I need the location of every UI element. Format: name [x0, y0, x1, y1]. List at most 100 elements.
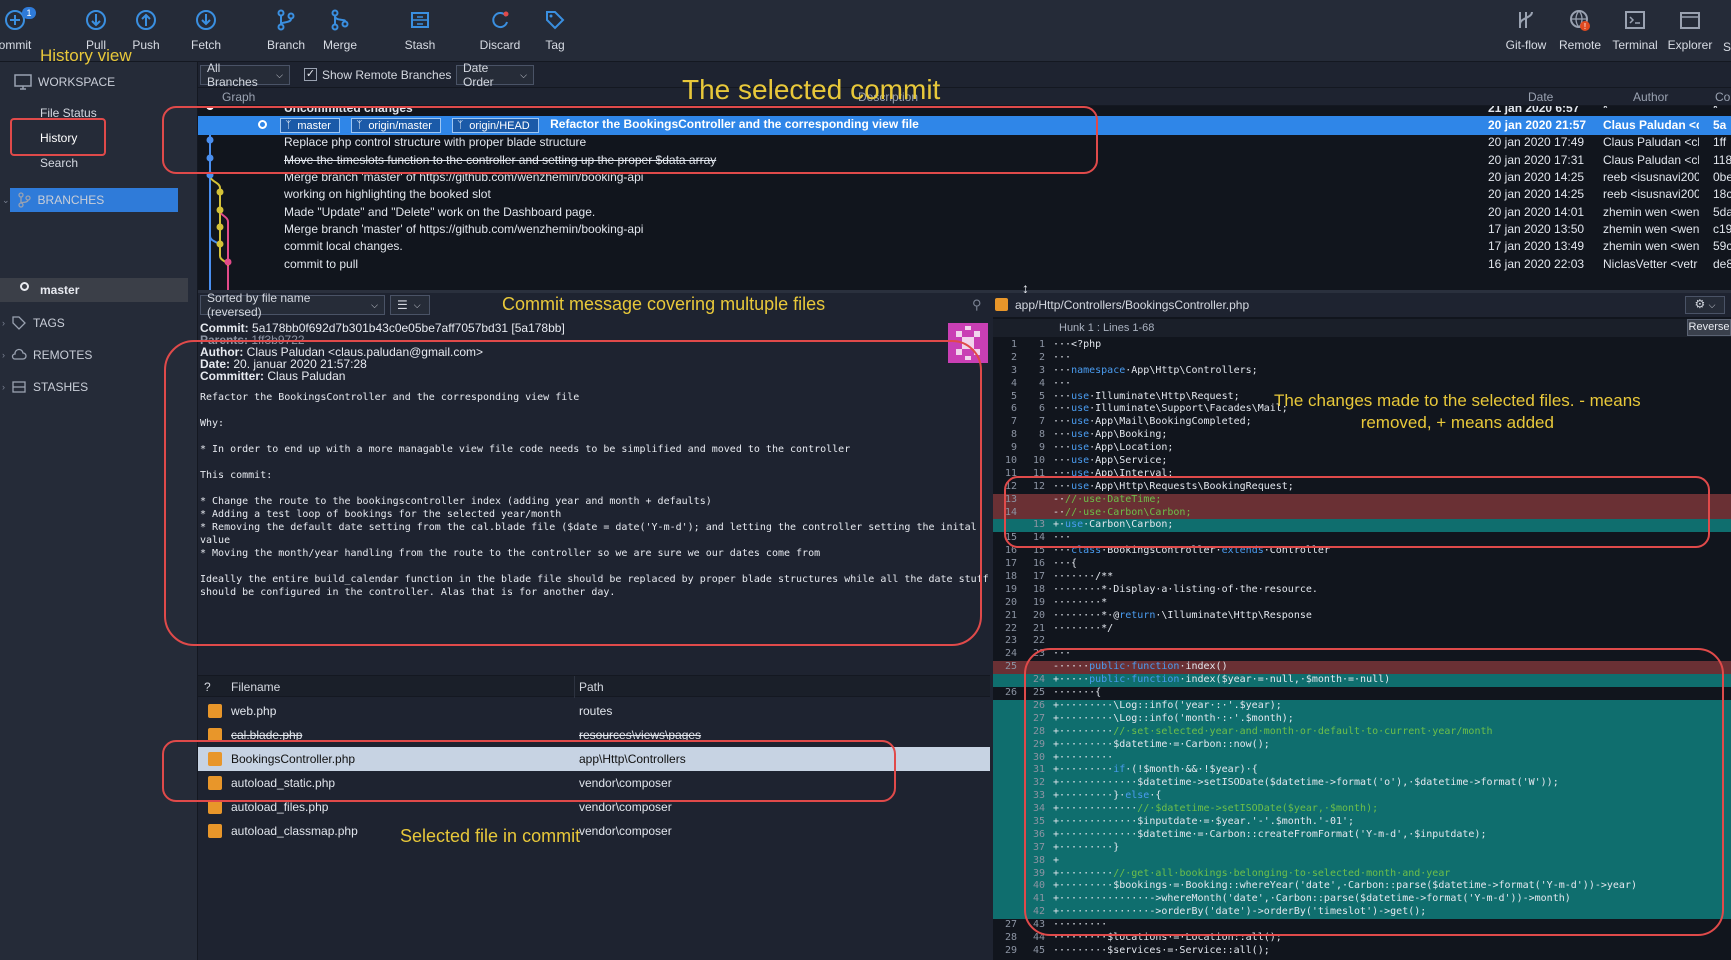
commit-column-header[interactable]: Co: [1715, 90, 1730, 104]
stash-button[interactable]: Stash: [391, 8, 449, 52]
tags-header[interactable]: › TAGS: [2, 315, 65, 331]
monitor-icon: [14, 74, 32, 90]
commit-row[interactable]: working on highlighting the booked slot …: [198, 185, 1731, 204]
diff-line: 21 20 ········*·@return·\Illuminate\Http\R…: [1004, 609, 1312, 621]
discard-icon: [492, 11, 509, 29]
diff-line: 3 3 ···namespace·App\Http\Controllers;: [1010, 364, 1258, 376]
hunk-header: Hunk 1 : Lines 1-68: [993, 319, 1731, 337]
commit-row[interactable]: commit to pull 16 jan 2020 22:03 NiclasV…: [198, 255, 1731, 274]
view-mode-select[interactable]: ☰ ⌵: [390, 295, 430, 315]
diff-line: 2 2 ···: [1010, 351, 1072, 363]
commit-row[interactable]: commit local changes. 17 jan 2020 13:49 …: [198, 237, 1731, 256]
stashes-header[interactable]: › STASHES: [2, 379, 88, 395]
annotation-changes: The changes made to the selected files. …: [1274, 391, 1641, 432]
path-column-header[interactable]: Path: [579, 680, 604, 694]
tag-icon: [546, 11, 565, 30]
discard-button[interactable]: Discard: [471, 8, 529, 52]
cloud-icon: [11, 348, 27, 360]
current-branch-icon: [20, 282, 29, 291]
svg-text:!: !: [1584, 22, 1586, 31]
branches-header[interactable]: ⌄ BRANCHES: [2, 192, 104, 208]
gitflow-button[interactable]: Git-flow: [1497, 8, 1555, 52]
branch-master-row[interactable]: [0, 278, 188, 302]
diff-line: 4 4 ···: [1010, 377, 1072, 389]
pull-icon: [86, 10, 106, 30]
terminal-button[interactable]: Terminal: [1606, 8, 1664, 52]
highlight-history: [10, 118, 106, 156]
merge-icon: [331, 9, 349, 31]
files-table-header: ? Filename Path: [198, 675, 990, 698]
graph-column-header[interactable]: Graph: [222, 90, 255, 104]
toolbar: ommit 1 Pull Push Fetch Branch Merge Sta…: [0, 0, 1731, 62]
chevron-right-icon: ›: [2, 318, 5, 328]
diff-line: 1 1 ···<?php: [1010, 339, 1102, 350]
gitflow-icon: [1519, 11, 1533, 28]
branch-master-label: master: [40, 283, 80, 297]
show-remote-checkbox[interactable]: ✓: [304, 68, 317, 81]
file-row[interactable]: autoload_classmap.php vendor\composer: [198, 819, 990, 843]
commit-label: ommit: [0, 38, 32, 52]
branch-button[interactable]: Branch: [257, 8, 315, 52]
diff-line: 18 17 ·······/**: [1004, 571, 1114, 583]
diff-line: 20 19 ········*: [1004, 596, 1108, 608]
modified-file-icon: [208, 704, 222, 718]
order-select[interactable]: Date Order ⌵: [456, 61, 534, 89]
settings-button-partial[interactable]: S: [1723, 40, 1731, 54]
date-column-header[interactable]: Date: [1528, 90, 1553, 104]
chevron-right-icon: ›: [2, 350, 5, 360]
annotation-selected-commit: The selected commit: [682, 74, 941, 105]
tag-icon: [12, 316, 26, 330]
fetch-button[interactable]: Fetch: [177, 8, 235, 52]
annotation-selected-file: Selected file in commit: [400, 826, 581, 846]
chevron-down-icon: ⌵: [413, 299, 421, 310]
explorer-button[interactable]: Explorer: [1661, 8, 1719, 52]
diff-line: 29 45 ·········$services·=·Service::all();: [1004, 944, 1270, 956]
fetch-icon: [196, 10, 216, 30]
modified-file-icon: [208, 800, 222, 814]
branches-filter-select[interactable]: All Branches ⌵: [200, 61, 290, 89]
workspace-header[interactable]: WORKSPACE: [14, 74, 115, 90]
highlight-method-changes: [1024, 648, 1724, 936]
highlight-selected-commit: [162, 106, 1098, 174]
chevron-down-icon: ⌵: [276, 69, 283, 80]
remote-button[interactable]: ! Remote: [1551, 8, 1609, 52]
diff-line: 10 10 ···use·App\Service;: [1004, 455, 1168, 467]
branch-icon: [277, 9, 295, 31]
diff-line: 17 16 ···{: [1004, 558, 1078, 570]
diff-line: 23 22: [1004, 635, 1045, 647]
push-icon: [136, 10, 156, 30]
merge-button[interactable]: Merge: [311, 8, 369, 52]
gear-icon: ⚙: [1694, 297, 1706, 311]
diff-line: 22 21 ········*/: [1004, 622, 1114, 634]
stash-icon: [411, 12, 429, 28]
file-row[interactable]: web.php routes: [198, 699, 990, 723]
highlight-selected-file: [162, 740, 896, 802]
diff-settings-button[interactable]: ⚙ ⌵: [1685, 296, 1725, 314]
diff-file-header: app/Http/Controllers/BookingsController.…: [993, 293, 1731, 317]
chevron-down-icon: ⌵: [520, 69, 527, 80]
folder-icon: [1680, 12, 1700, 29]
sourcetree-window: ommit 1 Pull Push Fetch Branch Merge Sta…: [0, 0, 1731, 960]
commit-badge: 1: [22, 7, 36, 19]
chevron-down-icon: ⌵: [1708, 300, 1716, 310]
tag-button[interactable]: Tag: [526, 8, 584, 52]
chevron-down-icon: ⌄: [2, 194, 10, 205]
search-icon[interactable]: ⚲: [972, 297, 982, 313]
branch-icon: [17, 192, 31, 208]
sidebar-item-search[interactable]: Search: [40, 156, 78, 170]
globe-icon: !: [1570, 10, 1590, 31]
file-sort-select[interactable]: Sorted by file name (reversed) ⌵: [200, 291, 385, 319]
author-column-header[interactable]: Author: [1633, 90, 1668, 104]
chevron-down-icon: ⌵: [371, 299, 378, 310]
terminal-icon: [1625, 11, 1645, 29]
diff-line: 9 9 ···use·App\Location;: [1010, 442, 1174, 454]
show-remote-label: Show Remote Branches: [322, 68, 452, 82]
remotes-header[interactable]: › REMOTES: [2, 347, 92, 363]
stash-icon: [12, 381, 26, 393]
history-filter-bar: All Branches ⌵ ✓ Show Remote Branches Dat…: [198, 61, 1731, 89]
filename-column-header[interactable]: Filename: [231, 680, 280, 694]
list-icon: ☰: [397, 298, 408, 312]
chevron-right-icon: ›: [2, 382, 5, 392]
reverse-hunk-button[interactable]: Reverse: [1687, 319, 1731, 336]
modified-file-icon: [995, 298, 1008, 311]
